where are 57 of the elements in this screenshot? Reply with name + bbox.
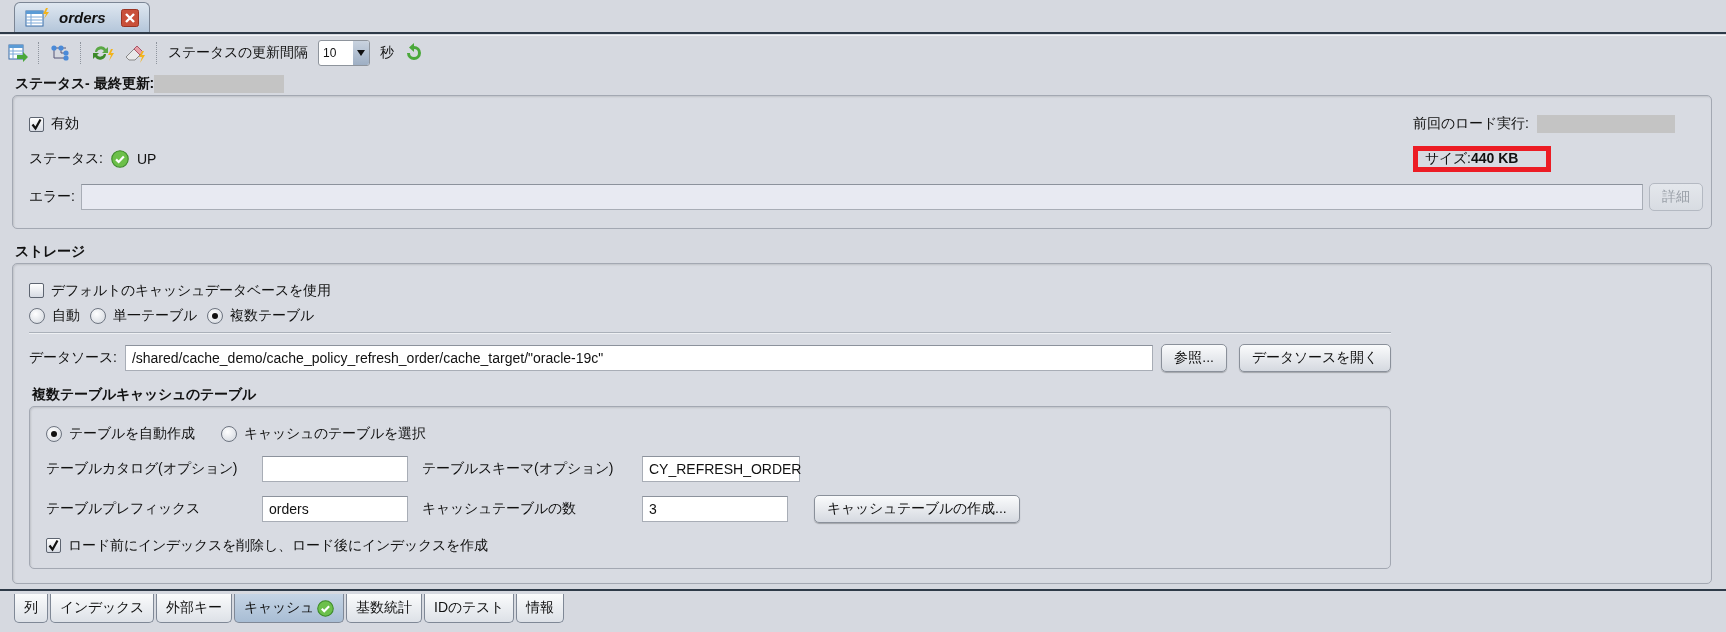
panel-tab[interactable]: 列 <box>14 594 48 623</box>
radio-label: 複数テーブル <box>230 306 314 325</box>
document-tab[interactable]: orders <box>14 2 150 32</box>
schema-field[interactable]: CY_REFRESH_ORDER <box>642 456 800 482</box>
count-field[interactable]: 3 <box>642 496 788 522</box>
eraser-lightning-icon[interactable] <box>124 43 146 63</box>
status-label: ステータス: <box>29 150 103 168</box>
radio-label: キャッシュのテーブルを選択 <box>244 424 426 443</box>
panel-tab[interactable]: 情報 <box>516 594 564 623</box>
radio-button[interactable] <box>221 425 237 442</box>
panel-tab[interactable]: 外部キー <box>156 594 232 623</box>
status-value: UP <box>136 151 157 167</box>
interval-dropdown[interactable]: 10 <box>318 40 370 66</box>
open-button[interactable]: データソースを開く <box>1239 344 1391 372</box>
radio-button[interactable] <box>207 307 223 324</box>
checkbox[interactable] <box>46 538 61 553</box>
radio-button[interactable] <box>46 425 62 442</box>
refresh-lightning-icon[interactable] <box>92 43 114 63</box>
radio-label: テーブルを自動作成 <box>69 424 195 443</box>
hierarchy-icon[interactable] <box>50 44 70 62</box>
tab-title: orders <box>59 9 107 26</box>
last-load-label: 前回のロード実行: <box>1413 115 1529 133</box>
radio-label: 自動 <box>52 306 80 325</box>
radio-button[interactable] <box>90 307 106 324</box>
create-tables-button[interactable]: キャッシュテーブルの作成... <box>814 495 1020 523</box>
section-title: 複数テーブルキャッシュのテーブル <box>32 386 256 404</box>
field-label: テーブルプレフィックス <box>46 500 201 518</box>
error-field[interactable] <box>80 184 1643 210</box>
field-label: テーブルスキーマ(オプション) <box>422 460 615 478</box>
data-source-field[interactable]: /shared/cache_demo/cache_policy_refresh_order/cache_target/"oracle-19c" <box>124 345 1154 371</box>
field-label: キャッシュテーブルの数 <box>422 500 577 518</box>
panel-tab[interactable]: インデックス <box>50 594 154 623</box>
radio-button[interactable] <box>29 307 45 324</box>
unit-label: 秒 <box>380 44 394 62</box>
catalog-field[interactable] <box>262 456 408 482</box>
radio-label: 単一テーブル <box>113 306 197 325</box>
checkbox-label: ロード前にインデックスを削除し、ロード後にインデックスを作成 <box>68 536 488 555</box>
data-source-label: データソース: <box>29 349 117 367</box>
prefix-field[interactable]: orders <box>262 496 408 522</box>
size-text: サイズ:440 KB <box>1425 150 1519 168</box>
panel-tab[interactable]: キャッシュ <box>234 594 344 623</box>
dropdown-arrow-icon[interactable] <box>356 49 366 57</box>
checkbox-label: 有効 <box>51 115 79 133</box>
checkbox[interactable] <box>29 283 44 298</box>
panel-tab[interactable]: 基数統計 <box>346 594 422 623</box>
table-export-icon[interactable] <box>8 43 28 63</box>
field-label: テーブルカタログ(オプション) <box>46 460 239 478</box>
close-icon[interactable] <box>121 8 139 27</box>
refresh-interval-label: ステータスの更新間隔 <box>168 44 308 62</box>
section-title: ステータス- 最終更新: <box>15 75 155 93</box>
section-title: ストレージ <box>15 243 85 261</box>
checkbox-label: デフォルトのキャッシュデータベースを使用 <box>51 281 331 300</box>
panel-tab[interactable]: IDのテスト <box>424 594 514 623</box>
checkbox[interactable] <box>29 116 44 132</box>
browse-button[interactable]: 参照... <box>1161 344 1227 372</box>
table-icon <box>25 7 51 28</box>
error-label: エラー: <box>29 188 75 206</box>
